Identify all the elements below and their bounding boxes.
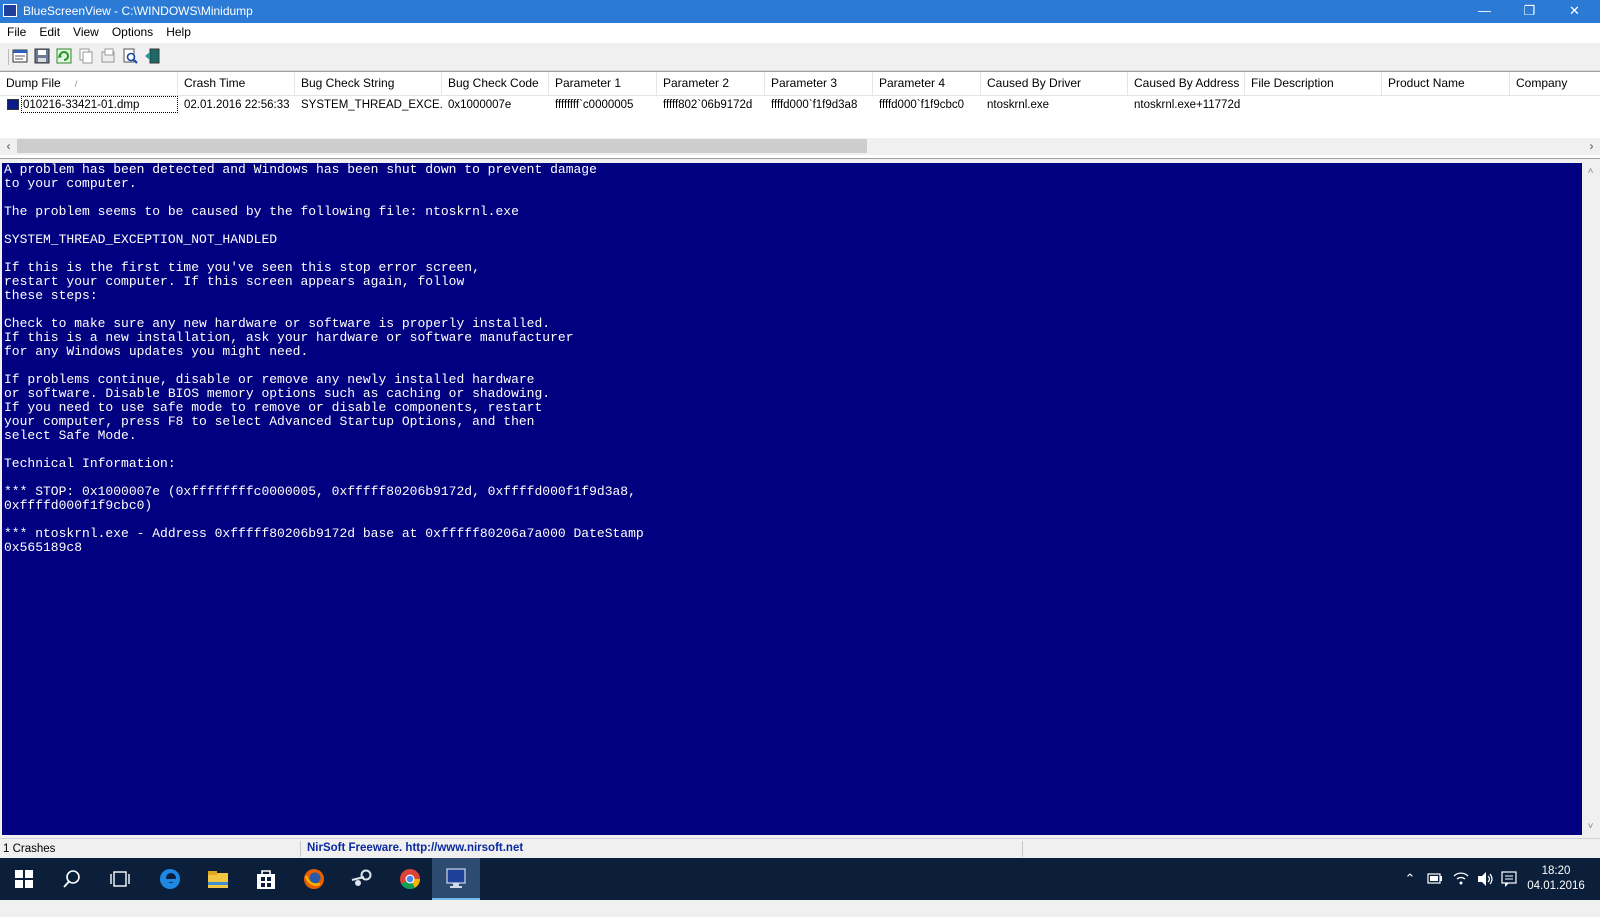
menu-bar: File Edit View Options Help — [0, 23, 1600, 43]
properties-icon[interactable] — [11, 47, 29, 65]
bluescreenview-icon — [446, 868, 466, 888]
nirsoft-link[interactable]: NirSoft Freeware. http://www.nirsoft.net — [307, 842, 523, 854]
column-header-caused-by-address[interactable]: Caused By Address — [1128, 72, 1245, 95]
network-wifi-icon[interactable] — [1450, 858, 1472, 900]
minimize-button[interactable]: — — [1462, 0, 1507, 23]
copy-icon[interactable] — [77, 47, 95, 65]
cell-company — [1510, 96, 1600, 114]
restore-button[interactable]: ❐ — [1507, 0, 1552, 23]
menu-help[interactable]: Help — [159, 23, 197, 39]
column-header-parameter-4[interactable]: Parameter 4 — [873, 72, 981, 95]
search-button[interactable] — [48, 858, 96, 900]
menu-edit[interactable]: Edit — [32, 23, 66, 39]
taskbar-file-explorer[interactable] — [194, 858, 242, 900]
html-report-icon[interactable] — [99, 47, 117, 65]
cell-parameter-1: ffffffff`c0000005 — [555, 99, 634, 111]
bsod-text: A problem has been detected and Windows … — [4, 163, 644, 555]
taskbar-steam[interactable] — [338, 858, 386, 900]
cell-parameter-2: fffff802`06b9172d — [663, 99, 753, 111]
chrome-icon — [400, 869, 421, 890]
action-center-icon[interactable] — [1498, 858, 1520, 900]
cell-parameter-3: ffffd000`f1f9d3a8 — [771, 99, 858, 111]
cell-crash-time: 02.01.2016 22:56:33 — [184, 99, 290, 111]
exit-icon[interactable] — [143, 47, 161, 65]
firefox-icon — [304, 869, 324, 889]
scroll-down-icon[interactable]: ˅ — [1582, 818, 1599, 835]
cell-dump-file: 010216-33421-01.dmp — [23, 99, 140, 111]
column-header-bug-check-string[interactable]: Bug Check String — [295, 72, 442, 95]
task-view-button[interactable] — [96, 858, 144, 900]
system-clock[interactable]: 18:20 04.01.2016 — [1524, 864, 1588, 894]
taskbar: ⌃ 18:20 04.01.2016 — [0, 858, 1600, 900]
taskbar-bluescreenview[interactable] — [432, 858, 480, 900]
menu-options[interactable]: Options — [105, 23, 159, 39]
status-bar: 1 Crashes NirSoft Freeware. http://www.n… — [0, 838, 1600, 859]
cell-bug-check-string: SYSTEM_THREAD_EXCE... — [301, 99, 442, 111]
cell-product-name — [1382, 96, 1510, 114]
scroll-right-icon[interactable]: › — [1583, 138, 1600, 155]
column-header-parameter-1[interactable]: Parameter 1 — [549, 72, 657, 95]
column-header-company[interactable]: Company — [1510, 72, 1600, 95]
windows-logo-icon — [15, 870, 33, 888]
cell-bug-check-code: 0x1000007e — [448, 99, 512, 111]
column-header-product-name[interactable]: Product Name — [1382, 72, 1510, 95]
crash-list[interactable]: Dump File / Crash Time Bug Check String B… — [0, 71, 1600, 159]
scroll-up-icon[interactable]: ˄ — [1582, 163, 1599, 180]
show-hidden-icons-chevron-icon[interactable]: ⌃ — [1399, 858, 1421, 900]
close-button[interactable]: ✕ — [1552, 0, 1597, 23]
folder-icon — [208, 871, 228, 888]
volume-icon[interactable] — [1474, 858, 1496, 900]
scroll-left-icon[interactable]: ‹ — [0, 138, 17, 155]
save-icon[interactable] — [33, 47, 51, 65]
store-bag-icon — [257, 870, 275, 889]
column-header-crash-time[interactable]: Crash Time — [178, 72, 295, 95]
sort-indicator: / — [74, 79, 78, 89]
menu-view[interactable]: View — [66, 23, 105, 39]
bsod-preview-pane[interactable]: A problem has been detected and Windows … — [2, 163, 1582, 835]
column-header-bug-check-code[interactable]: Bug Check Code — [442, 72, 549, 95]
find-icon[interactable] — [121, 47, 139, 65]
column-header-dump-file[interactable]: Dump File / — [0, 72, 178, 95]
crash-count: 1 Crashes — [3, 843, 56, 855]
column-header-caused-by-driver[interactable]: Caused By Driver — [981, 72, 1128, 95]
cell-parameter-4: ffffd000`f1f9cbc0 — [879, 99, 965, 111]
start-button[interactable] — [0, 858, 48, 900]
horizontal-scroll-thumb[interactable] — [17, 139, 867, 153]
refresh-icon[interactable] — [55, 47, 73, 65]
clock-time: 18:20 — [1541, 865, 1571, 877]
cell-caused-by-driver: ntoskrnl.exe — [987, 99, 1050, 111]
menu-file[interactable]: File — [0, 23, 32, 39]
title-bar[interactable]: BlueScreenView - C:\WINDOWS\Minidump — ❐… — [0, 0, 1600, 23]
table-row[interactable]: 010216-33421-01.dmp 02.01.2016 22:56:33 … — [0, 96, 1600, 114]
task-view-icon — [110, 871, 130, 887]
column-header-parameter-3[interactable]: Parameter 3 — [765, 72, 873, 95]
window-title: BlueScreenView - C:\WINDOWS\Minidump — [23, 4, 253, 18]
bluescreenview-app-icon[interactable] — [3, 4, 17, 17]
taskbar-store[interactable] — [242, 858, 290, 900]
status-divider — [300, 841, 301, 857]
list-header: Dump File / Crash Time Bug Check String B… — [0, 72, 1600, 96]
toolbar — [0, 43, 1600, 71]
clock-date: 04.01.2016 — [1527, 880, 1585, 892]
cell-caused-by-address: ntoskrnl.exe+11772d — [1134, 99, 1241, 111]
cell-file-description — [1245, 96, 1382, 114]
toolbar-grip — [8, 49, 9, 65]
column-header-file-description[interactable]: File Description — [1245, 72, 1382, 95]
column-header-parameter-2[interactable]: Parameter 2 — [657, 72, 765, 95]
search-icon — [63, 870, 80, 888]
battery-icon[interactable] — [1424, 858, 1446, 900]
edge-browser-icon — [160, 869, 180, 889]
status-divider — [1022, 841, 1023, 857]
list-horizontal-scrollbar[interactable]: ‹ › — [0, 138, 1600, 155]
bsod-vertical-scrollbar[interactable]: ˄ ˅ — [1582, 163, 1599, 835]
steam-icon — [351, 869, 372, 886]
taskbar-chrome[interactable] — [386, 858, 434, 900]
taskbar-firefox[interactable] — [290, 858, 338, 900]
taskbar-edge[interactable] — [146, 858, 194, 900]
